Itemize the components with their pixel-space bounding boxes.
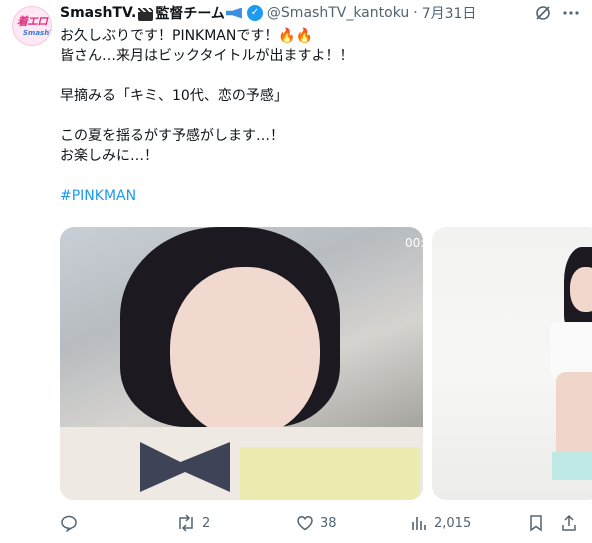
image-thumbnail[interactable] — [432, 227, 592, 500]
retweet-count: 2 — [202, 515, 211, 531]
image-bikini-shape — [552, 452, 592, 480]
tweet-line: お楽しみに…！ — [60, 148, 158, 164]
author-name-suffix[interactable]: 監督チーム — [155, 3, 225, 23]
more-icon[interactable] — [562, 4, 580, 26]
grok-icon[interactable] — [534, 4, 552, 26]
reply-icon — [61, 515, 77, 532]
bookmark-button[interactable] — [528, 512, 544, 534]
tweet-line: 皆さん…来月はビックタイトルが出ますよ！！ — [60, 48, 354, 64]
avatar[interactable]: 着エロ SmashTV — [12, 6, 52, 46]
like-count: 38 — [320, 515, 337, 531]
author-name[interactable]: SmashTV. — [60, 5, 136, 21]
tweet-line — [60, 106, 580, 126]
video-duration: 00: — [405, 236, 425, 250]
tweet-header: SmashTV. 監督チーム ✓ @SmashTV_kantoku · 7月31… — [60, 2, 476, 24]
author-handle[interactable]: @SmashTV_kantoku — [267, 5, 409, 21]
video-face-shape — [170, 267, 320, 437]
views-icon — [412, 517, 426, 530]
tweet-line: 早摘みる「キミ、10代、恋の予感」 — [60, 88, 288, 104]
avatar-text: 着エロ — [17, 15, 48, 28]
tweet-line — [60, 166, 580, 186]
clapperboard-icon — [138, 7, 154, 21]
video-vest-shape — [240, 447, 420, 500]
image-body-shape — [556, 372, 592, 462]
retweet-icon — [179, 514, 193, 532]
separator: · — [413, 5, 418, 21]
avatar-subtext: SmashTV — [23, 29, 51, 37]
image-top-shape — [550, 322, 592, 377]
verified-icon[interactable]: ✓ — [246, 5, 263, 21]
retweet-button[interactable]: 2 — [176, 512, 210, 534]
tweet-line — [60, 66, 580, 86]
image-face-shape — [570, 267, 592, 312]
megaphone-icon — [225, 7, 242, 19]
share-button[interactable] — [560, 512, 578, 534]
bookmark-icon — [530, 515, 542, 532]
tweet-line: お久しぶりです！PINKMANです！🔥🔥 — [60, 28, 314, 44]
like-icon — [297, 516, 313, 531]
hashtag-link[interactable]: #PINKMAN — [60, 186, 580, 206]
reply-button[interactable] — [60, 512, 84, 534]
action-bar: 2 38 2,015 — [0, 512, 592, 534]
tweet-text: お久しぶりです！PINKMANです！🔥🔥 皆さん…来月はビックタイトルが出ますよ… — [60, 26, 580, 206]
view-count: 2,015 — [434, 515, 472, 531]
tweet-date[interactable]: 7月31日 — [422, 3, 477, 23]
tweet-line: この夏を揺るがす予感がします…！ — [60, 128, 284, 144]
video-thumbnail[interactable] — [60, 227, 423, 500]
share-icon — [562, 514, 576, 531]
like-button[interactable]: 38 — [296, 512, 337, 534]
views-button[interactable]: 2,015 — [410, 512, 471, 534]
